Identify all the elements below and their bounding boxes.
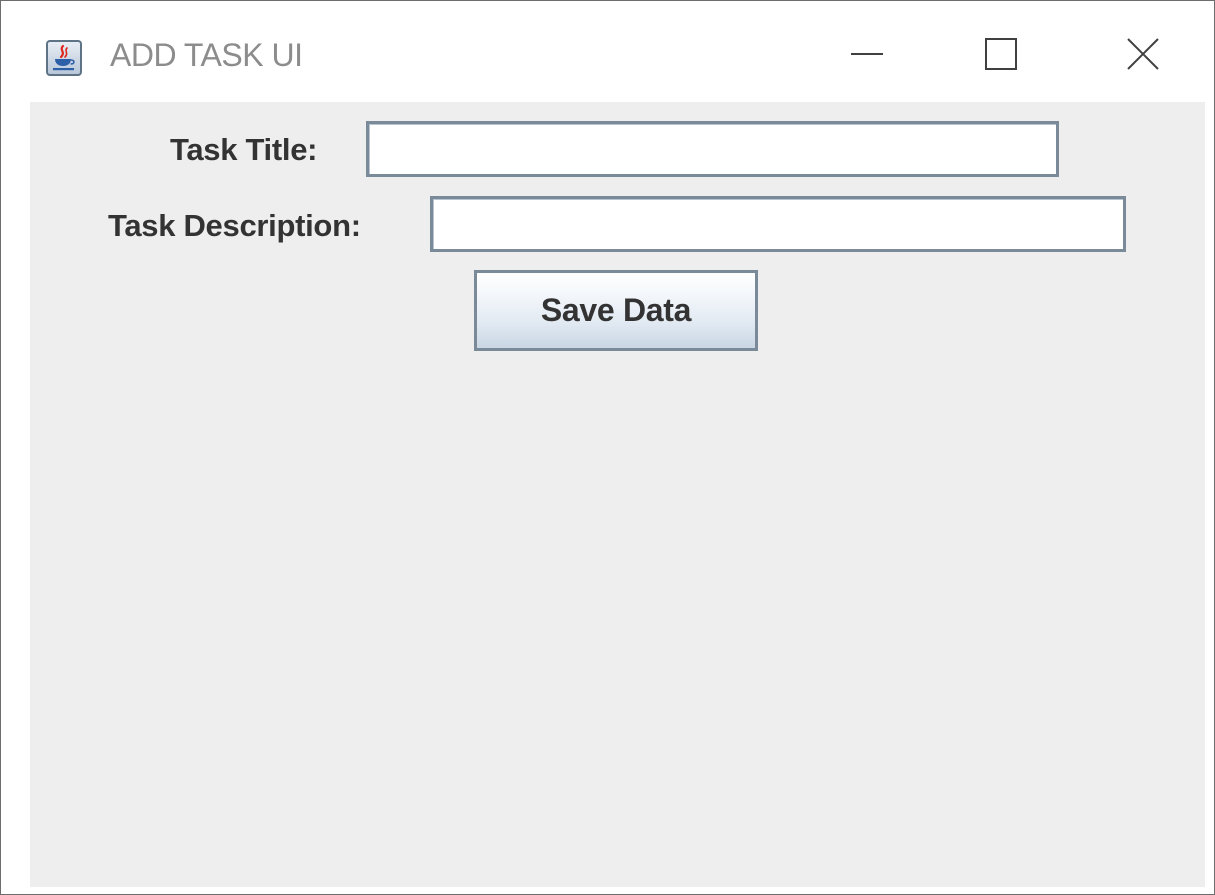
app-window: ADD TASK UI Task Title: Task Description… xyxy=(0,0,1215,895)
task-description-input[interactable] xyxy=(430,196,1126,252)
task-description-label: Task Description: xyxy=(108,208,361,243)
title-bar[interactable]: ADD TASK UI xyxy=(1,1,1214,102)
maximize-button[interactable] xyxy=(961,21,1041,91)
minimize-icon xyxy=(849,36,885,77)
minimize-button[interactable] xyxy=(827,21,907,91)
save-data-button[interactable]: Save Data xyxy=(474,270,758,351)
task-title-label: Task Title: xyxy=(170,132,318,167)
window-title: ADD TASK UI xyxy=(110,37,303,73)
close-button[interactable] xyxy=(1103,21,1183,91)
java-coffee-cup-icon xyxy=(46,40,82,76)
content-panel: Task Title: Task Description: Save Data xyxy=(30,102,1205,887)
task-title-input[interactable] xyxy=(366,121,1059,177)
maximize-icon xyxy=(983,36,1019,77)
close-icon xyxy=(1125,36,1161,77)
